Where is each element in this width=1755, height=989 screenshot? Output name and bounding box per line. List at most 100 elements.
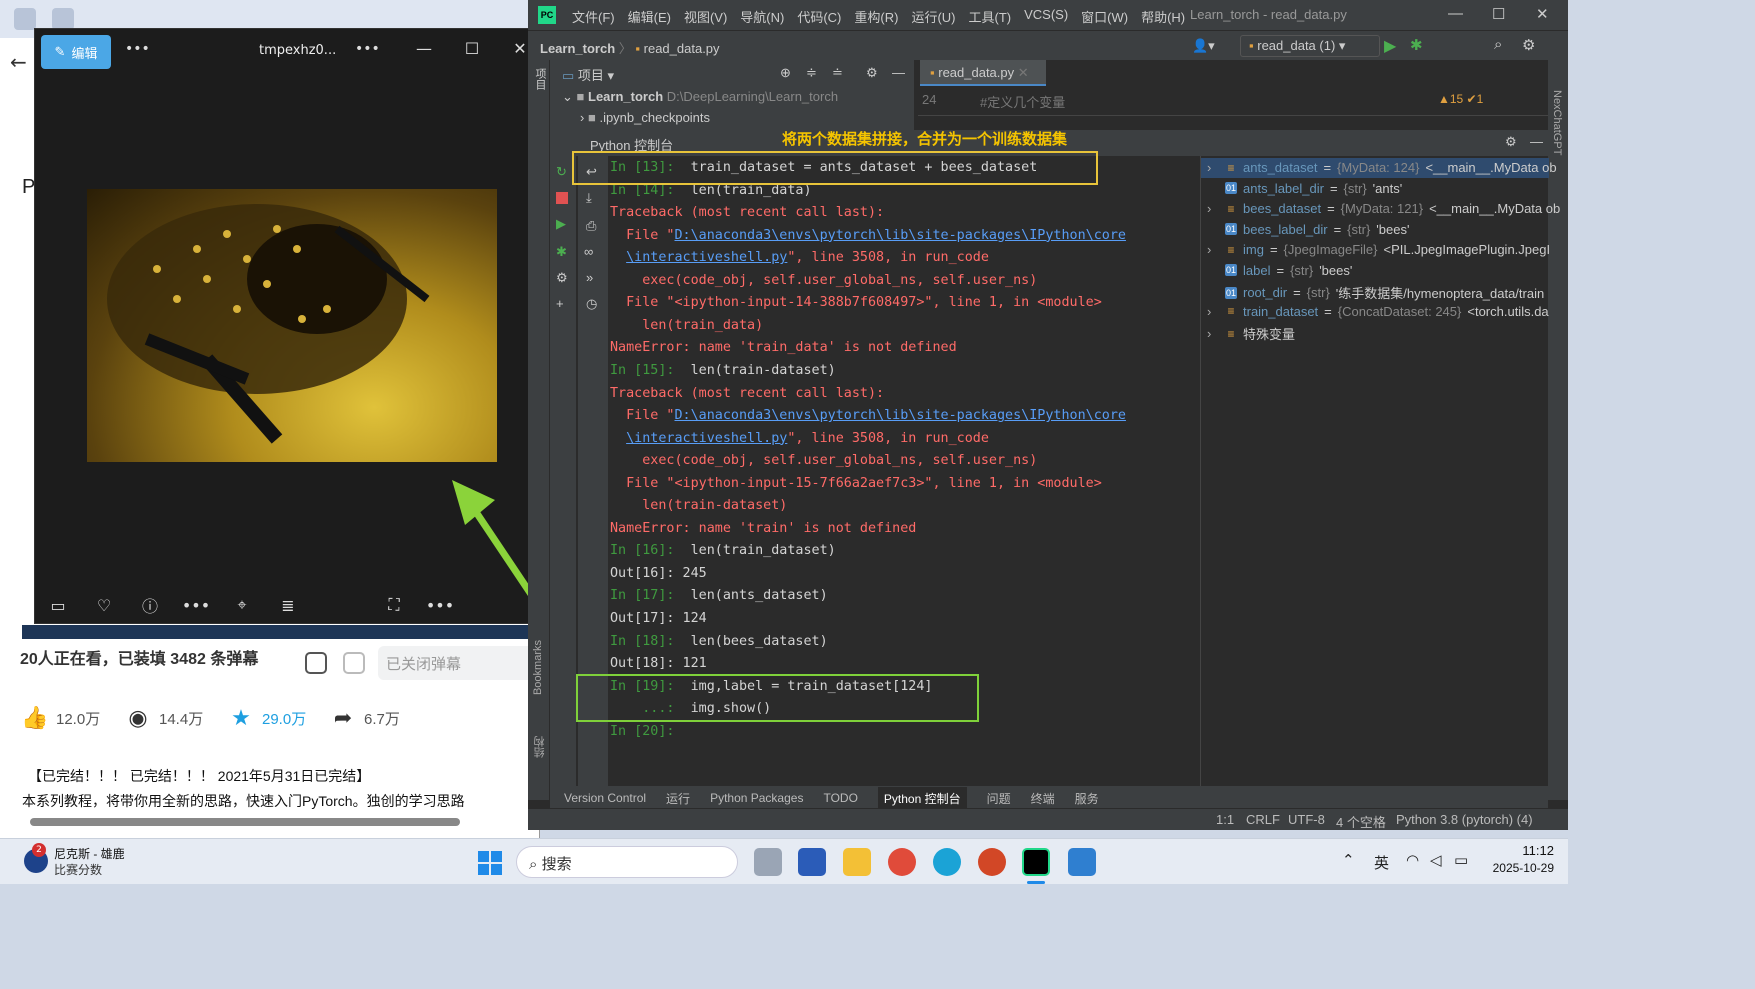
menu-item[interactable]: 工具(T) [968, 7, 1011, 26]
traceback-link[interactable]: D:\anaconda3\envs\pytorch\lib\site-packa… [675, 228, 1126, 243]
editor-tab[interactable]: ▪ read_data.py ✕ [920, 60, 1046, 86]
close-icon[interactable]: ✕ [1536, 5, 1549, 23]
file-encoding[interactable]: UTF-8 [1288, 812, 1325, 827]
indent-setting[interactable]: 4 个空格 [1336, 812, 1386, 831]
tool-window-button[interactable]: Python 控制台 [877, 786, 967, 810]
photos-icon[interactable] [1068, 848, 1096, 876]
menu-item[interactable]: 帮助(H) [1141, 7, 1185, 26]
collapse-all-icon[interactable]: ≐ [832, 65, 843, 81]
ime-indicator[interactable]: 英 [1374, 852, 1389, 873]
volume-icon[interactable]: ◁ [1430, 851, 1442, 869]
tool-window-button[interactable]: Version Control [564, 791, 646, 805]
widget-subtitle[interactable]: 比赛分数 [54, 861, 102, 878]
filmstrip-icon[interactable]: ▭ [35, 596, 81, 615]
search-icon[interactable]: ⌕ [1494, 36, 1502, 53]
tool-window-button[interactable]: Python Packages [710, 791, 803, 805]
close-tab-icon[interactable]: ✕ [1018, 65, 1029, 80]
variable-row[interactable]: 01 label = {str}'bees' [1207, 263, 1352, 278]
menu-item[interactable]: 导航(N) [740, 7, 784, 26]
tool-window-button[interactable]: TODO [823, 791, 857, 805]
user-icon[interactable]: 👤▾ [1192, 38, 1215, 54]
variable-row[interactable]: › ≡ train_dataset = {ConcatDataset: 245} <tor… [1207, 304, 1549, 319]
heart-icon[interactable]: ♡ [81, 596, 127, 615]
menu-item[interactable]: 视图(V) [684, 7, 727, 26]
project-panel-title[interactable]: 项目 [578, 68, 604, 83]
stop-icon[interactable] [556, 192, 568, 204]
hide-icon[interactable]: — [892, 65, 905, 80]
variable-row[interactable]: › ≡ bees_dataset = {MyData: 121} <__main__.My… [1207, 201, 1560, 216]
tool-window-button[interactable]: 服务 [1075, 790, 1099, 807]
widget-title[interactable]: 尼克斯 - 雄鹿 [54, 845, 125, 862]
text-recognition-icon[interactable]: ≣ [265, 596, 311, 615]
breadcrumb-project[interactable]: Learn_torch [540, 41, 615, 56]
cursor-position[interactable]: 1:1 [1216, 812, 1234, 827]
crop-icon[interactable]: ⌖ [219, 595, 265, 615]
tree-root[interactable]: ⌄ ■ Learn_torch D:\DeepLearning\Learn_to… [562, 89, 838, 105]
debug-icon[interactable]: ✱ [1410, 36, 1423, 54]
traceback-link[interactable]: D:\anaconda3\envs\pytorch\lib\site-packa… [675, 408, 1126, 423]
settings-icon[interactable]: ⚙ [556, 270, 568, 286]
history-icon[interactable]: ◷ [586, 296, 597, 312]
menu-item[interactable]: 窗口(W) [1081, 7, 1128, 26]
windows-start-icon[interactable] [478, 851, 502, 875]
chevron-up-icon[interactable]: ⌃ [1342, 851, 1355, 869]
variable-row[interactable]: 01 bees_label_dir = {str}'bees' [1207, 222, 1409, 237]
maximize-icon[interactable]: ☐ [457, 39, 487, 58]
gear-icon[interactable]: ⚙ [1505, 134, 1517, 150]
share-button[interactable]: ➦ 6.7万 [330, 705, 400, 731]
bookmarks-tool-label[interactable]: Bookmarks [532, 640, 544, 695]
traceback-link[interactable]: \interactiveshell.py [626, 431, 787, 446]
powerpoint-icon[interactable] [978, 848, 1006, 876]
chevron-right-icon[interactable]: › [1207, 201, 1219, 216]
variable-row[interactable]: › ≡ 特殊变量 [1207, 324, 1295, 343]
taskbar-search[interactable]: ⌕ 搜索 [516, 846, 738, 878]
file-explorer-icon[interactable] [843, 848, 871, 876]
fullscreen-icon[interactable]: ⛶ [371, 595, 417, 615]
locate-icon[interactable]: ⊕ [780, 65, 791, 81]
menu-item[interactable]: 代码(C) [797, 7, 841, 26]
structure-tool-label[interactable]: 结构 [532, 736, 548, 758]
tree-child[interactable]: › ■ .ipynb_checkpoints [580, 110, 710, 125]
traceback-link[interactable]: \interactiveshell.py [626, 250, 787, 265]
minimize-icon[interactable]: — [1448, 5, 1463, 22]
debug-icon[interactable]: ✱ [556, 244, 567, 260]
project-tool-label[interactable]: 项目 [532, 68, 548, 90]
back-icon[interactable]: ← [10, 50, 27, 74]
more-icon[interactable]: ••• [173, 596, 219, 615]
chrome-icon[interactable] [888, 848, 916, 876]
word-icon[interactable] [798, 848, 826, 876]
info-icon[interactable]: ⓘ [127, 593, 173, 617]
variable-row[interactable]: › ≡ img = {JpegImageFile} <PIL.JpegImagePlugi… [1207, 242, 1550, 257]
edit-button[interactable]: ✎ 编辑 [41, 35, 111, 69]
variable-row[interactable]: 01 ants_label_dir = {str}'ants' [1207, 181, 1402, 196]
tool-window-button[interactable]: 问题 [987, 790, 1011, 807]
gear-icon[interactable]: ⚙ [1522, 36, 1535, 54]
variable-row[interactable]: 01 root_dir = {str} '练手数据集/hymenoptera_data/… [1207, 283, 1544, 302]
gear-icon[interactable]: ⚙ [866, 65, 878, 81]
title-more-icon[interactable]: ••• [355, 41, 380, 57]
tool-window-button[interactable]: 运行 [666, 790, 690, 807]
edge-icon[interactable] [933, 848, 961, 876]
tab-icon[interactable] [14, 8, 36, 30]
breadcrumb-file[interactable]: read_data.py [644, 41, 720, 56]
scroll-end-icon[interactable]: ⤓ [586, 190, 592, 206]
battery-icon[interactable]: ▭ [1454, 851, 1468, 869]
favorite-button[interactable]: ★ 29.0万 [228, 705, 306, 731]
menu-item[interactable]: 编辑(E) [628, 7, 671, 26]
coin-button[interactable]: ◉ 14.4万 [125, 705, 203, 731]
tab-icon[interactable] [52, 8, 74, 30]
add-icon[interactable]: + [556, 296, 564, 311]
wifi-icon[interactable]: ◠ [1406, 851, 1419, 869]
variable-row[interactable]: › ≡ ants_dataset = {MyData: 124} <__main__.My… [1207, 160, 1557, 175]
minimize-icon[interactable]: — [409, 39, 439, 58]
pycharm-taskbar-icon[interactable] [1022, 848, 1050, 876]
run-config-select[interactable]: ▪ read_data (1) ▾ [1240, 35, 1380, 57]
horizontal-scrollbar[interactable] [30, 818, 460, 826]
clock-date[interactable]: 2025-10-29 [1470, 861, 1554, 875]
hide-icon[interactable]: — [1530, 134, 1543, 149]
show-vars-icon[interactable]: ∞ [584, 244, 593, 259]
chevron-right-icon[interactable]: › [1207, 304, 1219, 319]
menu-item[interactable]: 文件(F) [572, 7, 615, 26]
danmu-settings-icon[interactable] [343, 652, 365, 674]
chevron-right-icon[interactable]: › [1207, 242, 1219, 257]
